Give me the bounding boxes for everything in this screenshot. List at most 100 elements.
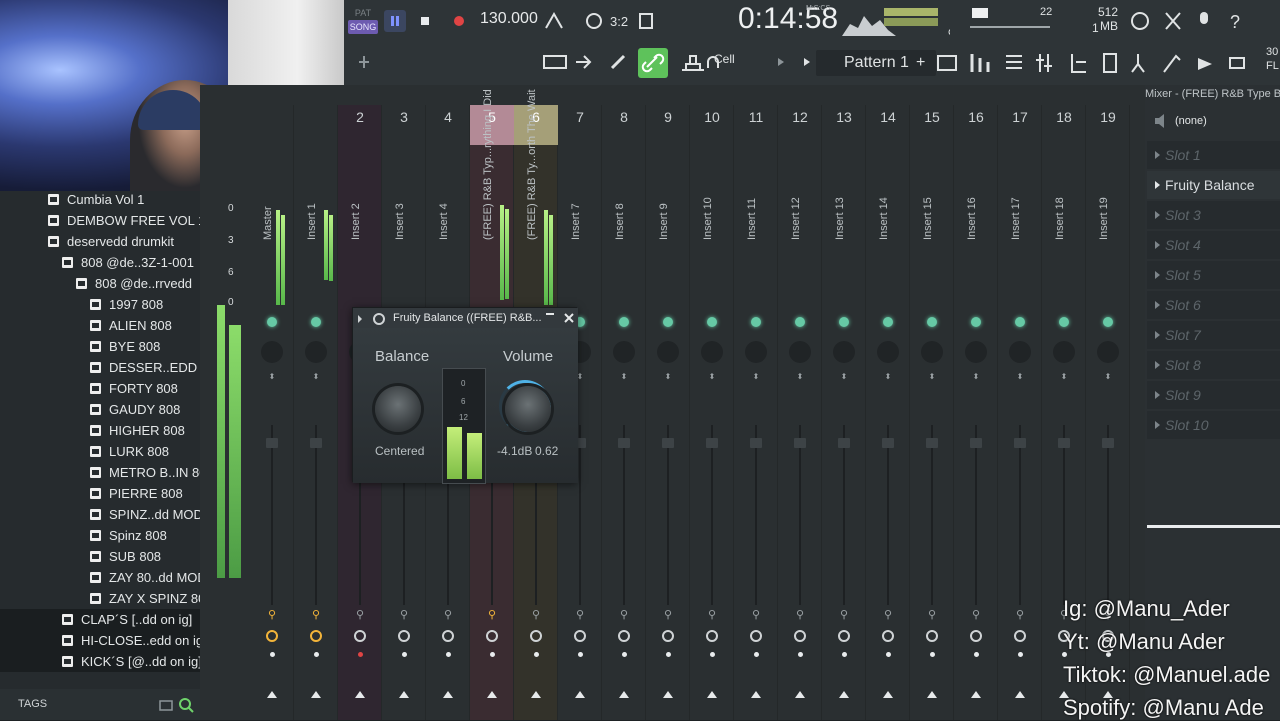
- route-dot[interactable]: [490, 652, 495, 657]
- pan-knob[interactable]: [701, 341, 723, 363]
- browser-item[interactable]: HIGHER 808: [0, 420, 200, 441]
- strip-enable-led[interactable]: [1103, 317, 1113, 327]
- record-button[interactable]: [448, 10, 470, 32]
- strip-enable-led[interactable]: [663, 317, 673, 327]
- mixer-strip[interactable]: 13 Insert 13 ⬍ ⚲: [822, 105, 866, 720]
- browser-item[interactable]: PIERRE 808: [0, 483, 200, 504]
- pat-song-switch[interactable]: PAT SONG: [348, 6, 378, 36]
- speaker-icon[interactable]: [1153, 111, 1171, 131]
- route-dot[interactable]: [842, 652, 847, 657]
- strip-enable-led[interactable]: [619, 317, 629, 327]
- pan-knob[interactable]: [261, 341, 283, 363]
- mixer-strip[interactable]: 14 Insert 14 ⬍ ⚲: [866, 105, 910, 720]
- link-toggle[interactable]: [638, 48, 668, 78]
- browser-item[interactable]: SUB 808: [0, 546, 200, 567]
- send-arrow-icon[interactable]: [883, 691, 893, 698]
- fx-slot[interactable]: Fruity Balance: [1147, 171, 1280, 199]
- mixer-strip[interactable]: 10 Insert 10 ⬍ ⚲: [690, 105, 734, 720]
- send-arrow-icon[interactable]: [707, 691, 717, 698]
- strip-name[interactable]: Insert 8: [614, 120, 626, 240]
- pan-knob[interactable]: [305, 341, 327, 363]
- add-pattern-button[interactable]: +: [916, 50, 925, 76]
- strip-enable-led[interactable]: [707, 317, 717, 327]
- send-arrow-icon[interactable]: [927, 691, 937, 698]
- mixer-strip[interactable]: 15 Insert 15 ⬍ ⚲: [910, 105, 954, 720]
- route-dot[interactable]: [886, 652, 891, 657]
- send-arrow-icon[interactable]: [355, 691, 365, 698]
- volume-fader[interactable]: [750, 438, 762, 448]
- mixer-strip[interactable]: 19 Insert 19 ⬍ ⚲: [1086, 105, 1130, 720]
- pin-icon[interactable]: [356, 54, 372, 70]
- route-dot[interactable]: [710, 652, 715, 657]
- browser-item[interactable]: DESSER..EDD 808: [0, 357, 222, 378]
- route-dot[interactable]: [798, 652, 803, 657]
- strip-name[interactable]: Insert 14: [878, 120, 890, 240]
- utility-icons[interactable]: ?: [1128, 9, 1268, 33]
- pause-button[interactable]: [384, 10, 406, 32]
- tags-icons[interactable]: [158, 697, 194, 713]
- browser-item[interactable]: 808 @de..rrvedd: [0, 273, 200, 294]
- send-arrow-icon[interactable]: [971, 691, 981, 698]
- browser-item[interactable]: 808 @de..3Z-1-001: [0, 252, 200, 273]
- volume-fader[interactable]: [882, 438, 894, 448]
- fx-slot[interactable]: Slot 3: [1147, 201, 1280, 229]
- pan-knob[interactable]: [745, 341, 767, 363]
- fx-slot[interactable]: Slot 6: [1147, 291, 1280, 319]
- send-arrow-icon[interactable]: [267, 691, 277, 698]
- browser-item[interactable]: METRO B..IN 808: [0, 462, 214, 483]
- route-dot[interactable]: [930, 652, 935, 657]
- browser-item[interactable]: ZAY 80..dd MOD]: [0, 567, 210, 588]
- fx-slot[interactable]: Slot 4: [1147, 231, 1280, 259]
- send-arrow-icon[interactable]: [531, 691, 541, 698]
- strip-enable-led[interactable]: [795, 317, 805, 327]
- strip-name[interactable]: (FREE) R&B Typ...rything I Did: [482, 89, 494, 240]
- pan-knob[interactable]: [1053, 341, 1075, 363]
- strip-name[interactable]: Insert 2: [350, 120, 362, 240]
- fx-slot[interactable]: Slot 9: [1147, 381, 1280, 409]
- strip-name[interactable]: Insert 12: [790, 120, 802, 240]
- strip-name[interactable]: Insert 7: [570, 120, 582, 240]
- strip-name[interactable]: Insert 3: [394, 120, 406, 240]
- oscilloscope-display[interactable]: [840, 6, 950, 38]
- send-arrow-icon[interactable]: [487, 691, 497, 698]
- browser-item[interactable]: DEMBOW FREE VOL 1: [0, 210, 205, 231]
- mixer-strip[interactable]: 18 Insert 18 ⬍ ⚲: [1042, 105, 1086, 720]
- browser-item[interactable]: HI-CLOSE..edd on ig]: [0, 630, 207, 651]
- mixer-strip[interactable]: 9 Insert 9 ⬍ ⚲: [646, 105, 690, 720]
- strip-name[interactable]: Insert 19: [1098, 120, 1110, 240]
- route-dot[interactable]: [358, 652, 363, 657]
- send-arrow-icon[interactable]: [311, 691, 321, 698]
- snap-arrow-icon[interactable]: [776, 56, 786, 68]
- route-dot[interactable]: [270, 652, 275, 657]
- send-arrow-icon[interactable]: [751, 691, 761, 698]
- send-arrow-icon[interactable]: [575, 691, 585, 698]
- plugin-menu-icons[interactable]: [357, 313, 389, 325]
- volume-fader[interactable]: [1014, 438, 1026, 448]
- stamp-icon[interactable]: [678, 52, 708, 74]
- pan-knob[interactable]: [921, 341, 943, 363]
- pan-knob[interactable]: [1097, 341, 1119, 363]
- route-dot[interactable]: [1018, 652, 1023, 657]
- route-dot[interactable]: [578, 652, 583, 657]
- strip-name[interactable]: Insert 17: [1010, 120, 1022, 240]
- volume-fader[interactable]: [618, 438, 630, 448]
- pan-knob[interactable]: [1009, 341, 1031, 363]
- strip-enable-led[interactable]: [971, 317, 981, 327]
- browser-item[interactable]: SPINZ..dd MOD]: [0, 504, 207, 525]
- browser-item[interactable]: LURK 808: [0, 441, 200, 462]
- strip-name[interactable]: Insert 15: [922, 120, 934, 240]
- send-arrow-icon[interactable]: [443, 691, 453, 698]
- volume-fader[interactable]: [1058, 438, 1070, 448]
- strip-enable-led[interactable]: [883, 317, 893, 327]
- route-dot[interactable]: [534, 652, 539, 657]
- strip-name[interactable]: Insert 4: [438, 120, 450, 240]
- browser-item[interactable]: CLAP´S [..dd on ig]: [0, 609, 200, 630]
- strip-name[interactable]: Insert 9: [658, 120, 670, 240]
- volume-fader[interactable]: [926, 438, 938, 448]
- view-icons[interactable]: [542, 52, 642, 72]
- balance-knob[interactable]: [375, 386, 421, 432]
- route-dot[interactable]: [974, 652, 979, 657]
- browser-item[interactable]: BYE 808: [0, 336, 200, 357]
- send-arrow-icon[interactable]: [663, 691, 673, 698]
- mixer-strip[interactable]: 17 Insert 17 ⬍ ⚲: [998, 105, 1042, 720]
